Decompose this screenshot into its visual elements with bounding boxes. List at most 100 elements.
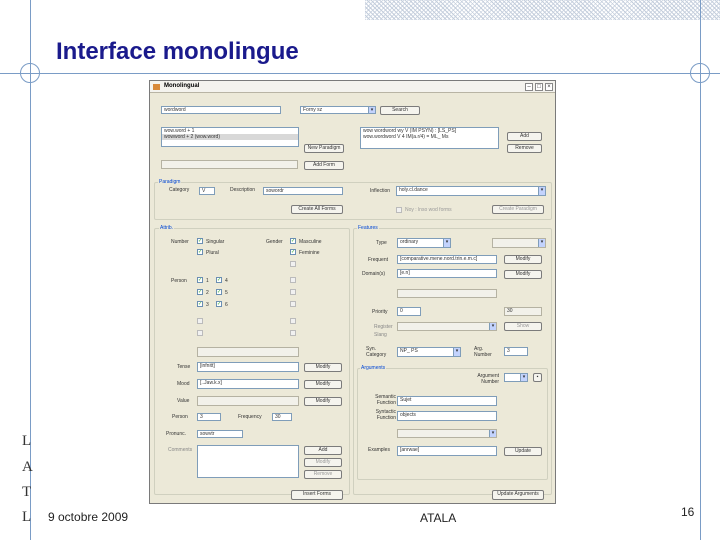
- priority-label: Priority: [372, 309, 388, 315]
- footer-date: 9 octobre 2009: [48, 510, 129, 524]
- add-comment-button[interactable]: Add: [304, 446, 342, 455]
- word-list[interactable]: wow.word + 1 wowword + 2 (wow.word): [161, 127, 299, 147]
- masculine-checkbox[interactable]: ✓: [290, 238, 296, 244]
- form-input[interactable]: [161, 160, 298, 169]
- argument-select[interactable]: ▾: [397, 429, 497, 438]
- close-button[interactable]: ×: [545, 83, 553, 91]
- plural-checkbox[interactable]: ✓: [197, 249, 203, 255]
- syntax-select[interactable]: NP_ PS ▾: [397, 347, 461, 357]
- singular-label: Singular: [206, 239, 225, 245]
- paradigm-list[interactable]: wow wordword wy V (IM PSYN) : [LS_PS] wo…: [360, 127, 499, 149]
- top-divider: [0, 73, 720, 74]
- examples-field[interactable]: [anrwae]: [397, 446, 497, 456]
- modify-mood-button[interactable]: Modify: [304, 380, 342, 389]
- subtype-select[interactable]: ▾: [492, 238, 546, 248]
- comments-label: Comments: [168, 447, 193, 453]
- person-2-checkbox[interactable]: ✓: [197, 289, 203, 295]
- argument-number-select[interactable]: ▾: [504, 373, 528, 382]
- create-paradigm-button[interactable]: Create Paradigm: [492, 205, 544, 214]
- person-4-checkbox[interactable]: ✓: [216, 277, 222, 283]
- type-select[interactable]: ordinary ▾: [397, 238, 451, 248]
- person2-field[interactable]: 3: [197, 413, 221, 421]
- tense-field[interactable]: [infnitt]: [197, 362, 299, 372]
- category-field[interactable]: V: [199, 187, 215, 195]
- frequency-field[interactable]: 30: [272, 413, 292, 421]
- extra-checkbox[interactable]: [290, 330, 296, 336]
- syntax-label: Syn. Category: [366, 346, 387, 358]
- search-button[interactable]: Search: [380, 106, 420, 115]
- register-select[interactable]: ▾: [397, 322, 497, 331]
- remove-comment-button[interactable]: Remove: [304, 470, 342, 479]
- person-6-label: 6: [225, 302, 228, 308]
- feature-field[interactable]: [397, 289, 497, 298]
- comments-field[interactable]: [197, 445, 299, 478]
- priority-field[interactable]: 0: [397, 307, 421, 316]
- side-letter-2: A: [22, 459, 33, 475]
- domain-field[interactable]: [e.n]: [397, 269, 497, 278]
- add-form-button[interactable]: Add Form: [304, 161, 344, 170]
- extra-checkbox[interactable]: [197, 330, 203, 336]
- mood-field[interactable]: [..Jaw.k.x]: [197, 379, 299, 389]
- extra-checkbox[interactable]: [290, 289, 296, 295]
- chevron-down-icon: ▾: [453, 348, 460, 356]
- language-select[interactable]: Forny sz ▾: [300, 106, 376, 114]
- modify-frequent-button[interactable]: Modify: [504, 255, 542, 264]
- person2-label: Person: [172, 414, 188, 420]
- extra-checkbox[interactable]: [290, 301, 296, 307]
- maximize-button[interactable]: □: [535, 83, 543, 91]
- inflection-checkbox-label: Noy : lnso wod forms: [405, 207, 452, 213]
- gender-checkbox[interactable]: [290, 261, 296, 267]
- person-3-checkbox[interactable]: ✓: [197, 301, 203, 307]
- inflection-checkbox[interactable]: [396, 207, 402, 213]
- extra-checkbox[interactable]: [197, 318, 203, 324]
- list-item[interactable]: wowword + 2 (wow.word): [162, 134, 298, 140]
- examples-label: Examples: [368, 447, 390, 453]
- inflection-select[interactable]: holy.cl.dance ▾: [396, 186, 546, 196]
- person-5-checkbox[interactable]: ✓: [216, 289, 222, 295]
- language-select-value: Forny sz: [303, 107, 323, 113]
- category-label: Category: [169, 187, 190, 193]
- insert-forms-button[interactable]: Insert Forms: [291, 490, 343, 500]
- description-field[interactable]: sowordr: [263, 187, 343, 195]
- extra-checkbox[interactable]: [290, 318, 296, 324]
- chevron-down-icon: ▾: [538, 187, 545, 195]
- value-field[interactable]: [197, 396, 299, 406]
- pronunciation-field[interactable]: sowvtr: [197, 430, 243, 438]
- search-input[interactable]: wordword: [161, 106, 281, 114]
- syntax-number-field[interactable]: 3: [504, 347, 528, 356]
- new-paradigm-button[interactable]: New Paradigm: [304, 144, 344, 153]
- modify-domain-button[interactable]: Modify: [504, 270, 542, 279]
- singular-checkbox[interactable]: ✓: [197, 238, 203, 244]
- person-6-checkbox[interactable]: ✓: [216, 301, 222, 307]
- create-all-forms-button[interactable]: Create All Forms: [291, 205, 343, 214]
- syntactic-field[interactable]: objects: [397, 411, 497, 421]
- minimize-button[interactable]: –: [525, 83, 533, 91]
- remove-button[interactable]: Remove: [507, 144, 542, 153]
- chevron-down-icon: ▾: [538, 239, 545, 247]
- add-button[interactable]: Add: [507, 132, 542, 141]
- update-button[interactable]: Update: [504, 447, 542, 456]
- attribute-field[interactable]: [197, 347, 299, 357]
- feminine-label: Feminine: [299, 250, 320, 256]
- feminine-checkbox[interactable]: ✓: [290, 249, 296, 255]
- modify-value-button[interactable]: Modify: [304, 397, 342, 406]
- header-pattern: [365, 0, 720, 20]
- person-1-checkbox[interactable]: ✓: [197, 277, 203, 283]
- modify-comment-button[interactable]: Modify: [304, 458, 342, 467]
- update-arguments-button[interactable]: Update Arguments: [492, 490, 544, 500]
- slide-title: Interface monolingue: [56, 38, 299, 65]
- show-button[interactable]: Show: [504, 322, 542, 331]
- argument-apply-button[interactable]: ▪: [533, 373, 542, 382]
- chevron-down-icon: ▾: [489, 430, 496, 437]
- list-item[interactable]: wow.wordword V 4 IM(a.r/4) = ML_ Ms: [361, 134, 498, 140]
- person-1-label: 1: [206, 278, 209, 284]
- arguments-group-title: Arguments: [360, 365, 387, 371]
- semantic-field[interactable]: Sujet: [397, 396, 497, 406]
- side-letter-1: L: [22, 433, 32, 449]
- paradigm-group-title: Paradigm: [158, 179, 182, 185]
- priority2-field[interactable]: 30: [504, 307, 542, 316]
- person-5-label: 5: [225, 290, 228, 296]
- frequent-field[interactable]: [comparative.mene.nord.trin.e.m.c]: [397, 255, 497, 264]
- extra-checkbox[interactable]: [290, 277, 296, 283]
- modify-tense-button[interactable]: Modify: [304, 363, 342, 372]
